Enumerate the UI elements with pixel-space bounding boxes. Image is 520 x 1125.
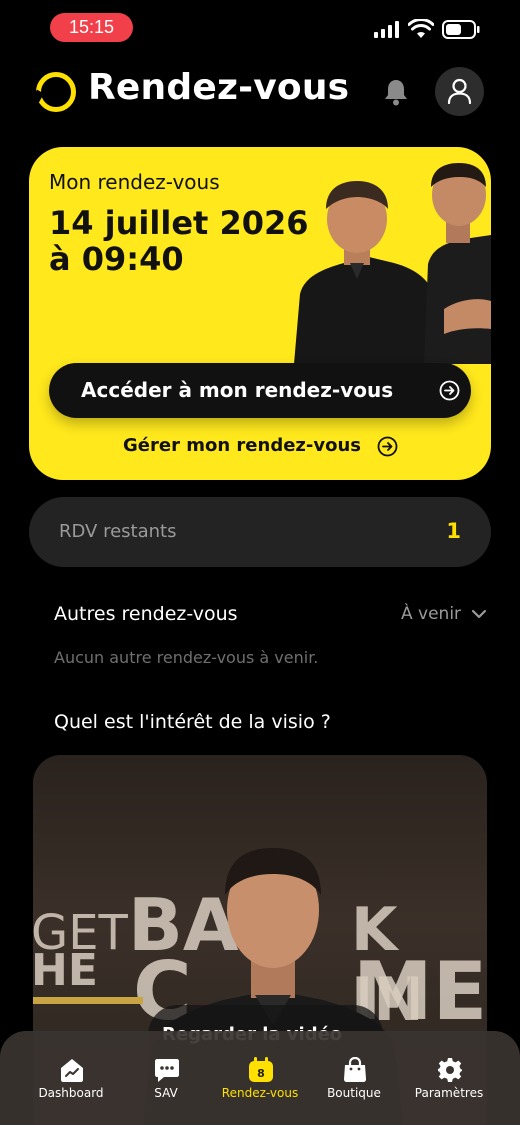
page-title: Rendez-vous — [88, 67, 350, 108]
calendar-badge: 8 — [257, 1067, 265, 1080]
other-appointments-title: Autres rendez-vous — [54, 603, 238, 625]
appointment-card: Mon rendez-vous 14 juillet 2026 à 09:40 … — [29, 147, 491, 480]
wifi-icon — [408, 19, 434, 38]
tab-label: Boutique — [327, 1086, 381, 1100]
manage-appointment-link[interactable]: Gérer mon rendez-vous — [123, 435, 398, 457]
video-accent-bar — [33, 997, 143, 1004]
bell-icon[interactable] — [383, 78, 409, 106]
gear-icon — [438, 1058, 462, 1082]
access-appointment-button[interactable]: Accéder à mon rendez-vous — [49, 363, 471, 418]
remaining-label: RDV restants — [59, 521, 177, 542]
header: Rendez-vous — [0, 64, 520, 120]
arrow-right-circle-icon — [377, 436, 398, 457]
chevron-down-icon — [471, 609, 487, 619]
profile-button[interactable] — [435, 67, 484, 116]
tab-rendez-vous[interactable]: 8 Rendez-vous — [208, 1031, 312, 1125]
brand-logo — [36, 72, 76, 112]
tab-label: Paramètres — [414, 1086, 484, 1100]
tab-bar: Dashboard SAV 8 Rendez-vous Boutique Par… — [0, 1031, 520, 1125]
tab-sav[interactable]: SAV — [114, 1031, 218, 1125]
user-icon — [447, 78, 472, 104]
manage-appointment-label: Gérer mon rendez-vous — [123, 435, 361, 456]
battery-icon — [442, 20, 480, 39]
appointment-label: Mon rendez-vous — [49, 170, 220, 194]
dashboard-icon — [61, 1059, 83, 1082]
remaining-appointments: RDV restants 1 — [29, 497, 491, 567]
filter-label: À venir — [401, 604, 462, 624]
signal-icon — [374, 20, 400, 38]
shopping-bag-icon — [344, 1057, 366, 1082]
tab-boutique[interactable]: Boutique — [302, 1031, 406, 1125]
chat-icon — [155, 1059, 179, 1082]
empty-state-text: Aucun autre rendez-vous à venir. — [54, 648, 319, 667]
status-bar: 15:15 — [0, 0, 520, 56]
tab-label: Rendez-vous — [221, 1086, 299, 1100]
tab-label: SAV — [154, 1086, 178, 1100]
arrow-right-circle-icon — [439, 380, 460, 401]
status-time: 15:15 — [50, 13, 133, 42]
upcoming-filter-dropdown[interactable]: À venir — [401, 604, 487, 624]
visio-section-title: Quel est l'intérêt de la visio ? — [54, 711, 331, 733]
tab-dashboard[interactable]: Dashboard — [19, 1031, 123, 1125]
remaining-count: 1 — [446, 519, 461, 543]
tab-parametres[interactable]: Paramètres — [397, 1031, 501, 1125]
tab-label: Dashboard — [38, 1086, 104, 1100]
video-bg-text: HE — [33, 945, 98, 996]
coaches-photo — [294, 163, 491, 364]
access-appointment-label: Accéder à mon rendez-vous — [81, 378, 394, 402]
